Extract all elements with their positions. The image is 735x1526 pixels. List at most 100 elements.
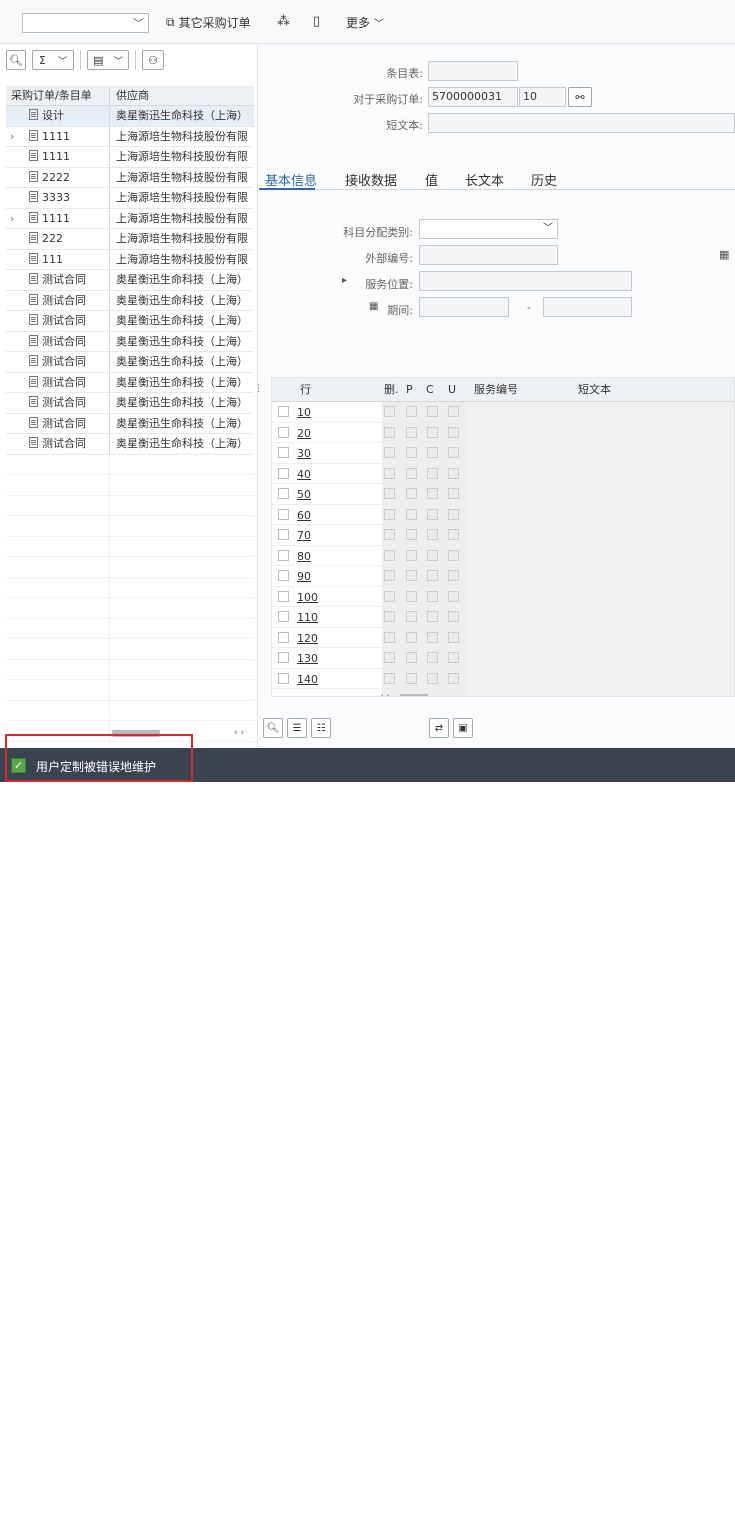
column-header-vendor[interactable]: 供应商 <box>110 86 254 105</box>
row-select-checkbox[interactable] <box>278 611 289 622</box>
grid-row[interactable]: 50 <box>272 484 734 505</box>
row-select-checkbox[interactable] <box>278 672 289 684</box>
line-number-link[interactable]: 20 <box>297 427 311 440</box>
po-tree-row[interactable]: › 1111 上海源培生物科技股份有限 <box>6 208 254 229</box>
col-header-service-no[interactable]: 服务编号 <box>474 378 518 402</box>
po-tree-row[interactable]: 1111 上海源培生物科技股份有限 <box>6 147 254 168</box>
grid-scrollbar[interactable] <box>400 694 428 696</box>
short-text-field[interactable] <box>428 113 735 133</box>
acct-assign-dropdown[interactable]: ﹀ <box>419 219 558 239</box>
deselect-all-button[interactable]: ☷ <box>311 718 331 738</box>
po-tree-row[interactable]: 测试合同 奥星衡迅生命科技（上海） <box>6 434 254 455</box>
col-header-p[interactable]: P <box>406 378 413 402</box>
grid-row[interactable]: 70 <box>272 525 734 546</box>
po-tree-row[interactable]: 设计 奥星衡迅生命科技（上海） <box>6 106 254 127</box>
po-number-field[interactable]: 5700000031 <box>428 87 518 107</box>
row-select-checkbox[interactable] <box>278 426 289 438</box>
line-number-link[interactable]: 60 <box>297 509 311 522</box>
more-menu-button[interactable]: 更多 ﹀ <box>346 14 384 31</box>
po-tree-row[interactable]: 测试合同 奥星衡迅生命科技（上海） <box>6 290 254 311</box>
grid-row[interactable]: 130 <box>272 648 734 669</box>
po-tree-row[interactable]: 222 上海源培生物科技股份有限 <box>6 229 254 250</box>
grid-row[interactable]: 20 <box>272 423 734 443</box>
po-tree-row[interactable]: 测试合同 奥星衡迅生命科技（上海） <box>6 372 254 393</box>
line-number-link[interactable]: 70 <box>297 529 311 542</box>
col-header-delete[interactable]: 删. <box>384 378 399 402</box>
row-select-checkbox[interactable] <box>278 508 289 520</box>
row-select-checkbox[interactable] <box>278 631 289 643</box>
service-location-field[interactable] <box>419 271 632 291</box>
grid-row[interactable]: 100 <box>272 587 734 607</box>
expand-chevron-icon[interactable]: › <box>10 209 14 229</box>
calendar-icon[interactable]: ▦ <box>719 248 729 261</box>
period-to-field[interactable] <box>543 297 632 317</box>
grid-scroll-arrows[interactable]: ‹ › <box>380 692 390 696</box>
image-button[interactable]: ▣ <box>453 718 473 738</box>
search-button[interactable]: 🔍︎ <box>6 50 26 70</box>
col-header-c[interactable]: C <box>426 378 434 402</box>
po-tree-row[interactable]: 测试合同 奥星衡迅生命科技（上海） <box>6 393 254 414</box>
row-select-checkbox[interactable] <box>278 570 289 581</box>
po-tree-row[interactable]: 测试合同 奥星衡迅生命科技（上海） <box>6 270 254 291</box>
tab-values[interactable]: 值 <box>425 170 438 189</box>
po-item-field[interactable]: 10 <box>519 87 566 107</box>
line-number-link[interactable]: 100 <box>297 591 318 604</box>
tab-receipt-data[interactable]: 接收数据 <box>345 170 397 189</box>
po-tree-row[interactable]: 2222 上海源培生物科技股份有限 <box>6 167 254 188</box>
tab-basic-info[interactable]: 基本信息 <box>265 170 317 189</box>
tab-history[interactable]: 历史 <box>531 170 557 189</box>
grid-row[interactable]: 140 <box>272 669 734 689</box>
row-select-checkbox[interactable] <box>278 488 289 499</box>
layout-button[interactable]: ▤ ﹀ <box>87 50 129 70</box>
toggle-icon-button[interactable]: ⁂ <box>277 14 290 29</box>
sum-button[interactable]: Σ ﹀ <box>32 50 74 70</box>
grid-row[interactable]: 30 <box>272 443 734 464</box>
grid-row[interactable]: 10 <box>272 402 734 423</box>
zoom-button[interactable]: 🔍︎ <box>263 718 283 738</box>
line-number-link[interactable]: 120 <box>297 632 318 645</box>
grid-row[interactable]: 40 <box>272 464 734 484</box>
entry-sheet-field[interactable] <box>428 61 518 81</box>
line-number-link[interactable]: 50 <box>297 488 311 501</box>
grid-row[interactable]: 80 <box>272 546 734 566</box>
po-tree-row[interactable]: › 1111 上海源培生物科技股份有限 <box>6 126 254 147</box>
line-number-link[interactable]: 30 <box>297 447 311 460</box>
expand-chevron-icon[interactable]: › <box>10 127 14 147</box>
po-tree-row[interactable]: 111 上海源培生物科技股份有限 <box>6 249 254 270</box>
grid-row[interactable]: 60 <box>272 505 734 525</box>
period-from-field[interactable] <box>419 297 509 317</box>
line-number-link[interactable]: 10 <box>297 406 311 419</box>
line-number-link[interactable]: 90 <box>297 570 311 583</box>
col-header-line[interactable]: 行 <box>300 378 311 402</box>
row-select-checkbox[interactable] <box>278 447 289 458</box>
grid-row[interactable]: 90 <box>272 566 734 587</box>
row-select-checkbox[interactable] <box>278 467 289 479</box>
select-all-button[interactable]: ☰ <box>287 718 307 738</box>
col-header-short-text[interactable]: 短文本 <box>578 378 611 402</box>
row-select-checkbox[interactable] <box>278 549 289 561</box>
line-number-link[interactable]: 140 <box>297 673 318 686</box>
row-select-checkbox[interactable] <box>278 590 289 602</box>
grid-row[interactable]: 120 <box>272 628 734 648</box>
line-number-link[interactable]: 110 <box>297 611 318 624</box>
other-po-button[interactable]: ⧉ 其它采购订单 <box>166 14 251 31</box>
export-button[interactable]: ⇄ <box>429 718 449 738</box>
po-tree-row[interactable]: 3333 上海源培生物科技股份有限 <box>6 188 254 209</box>
new-document-button[interactable]: ▯ <box>313 14 320 29</box>
po-tree-row[interactable]: 测试合同 奥星衡迅生命科技（上海） <box>6 413 254 434</box>
po-tree-row[interactable]: 测试合同 奥星衡迅生命科技（上海） <box>6 311 254 332</box>
hierarchy-button[interactable]: ⚇ <box>142 50 164 70</box>
line-number-link[interactable]: 130 <box>297 652 318 665</box>
tab-long-text[interactable]: 长文本 <box>465 170 504 189</box>
line-number-link[interactable]: 40 <box>297 468 311 481</box>
po-tree-row[interactable]: 测试合同 奥星衡迅生命科技（上海） <box>6 352 254 373</box>
column-header-po[interactable]: 采购订单/条目单 <box>6 86 110 105</box>
scroll-arrows[interactable]: ‹ › <box>234 728 244 738</box>
row-select-checkbox[interactable] <box>278 406 289 417</box>
line-number-link[interactable]: 80 <box>297 550 311 563</box>
external-number-field[interactable] <box>419 245 558 265</box>
po-select-dropdown[interactable]: ﹀ <box>22 13 149 33</box>
row-select-checkbox[interactable] <box>278 529 289 540</box>
display-po-button[interactable]: ⚯ <box>568 87 592 107</box>
col-header-u[interactable]: U <box>448 378 456 402</box>
